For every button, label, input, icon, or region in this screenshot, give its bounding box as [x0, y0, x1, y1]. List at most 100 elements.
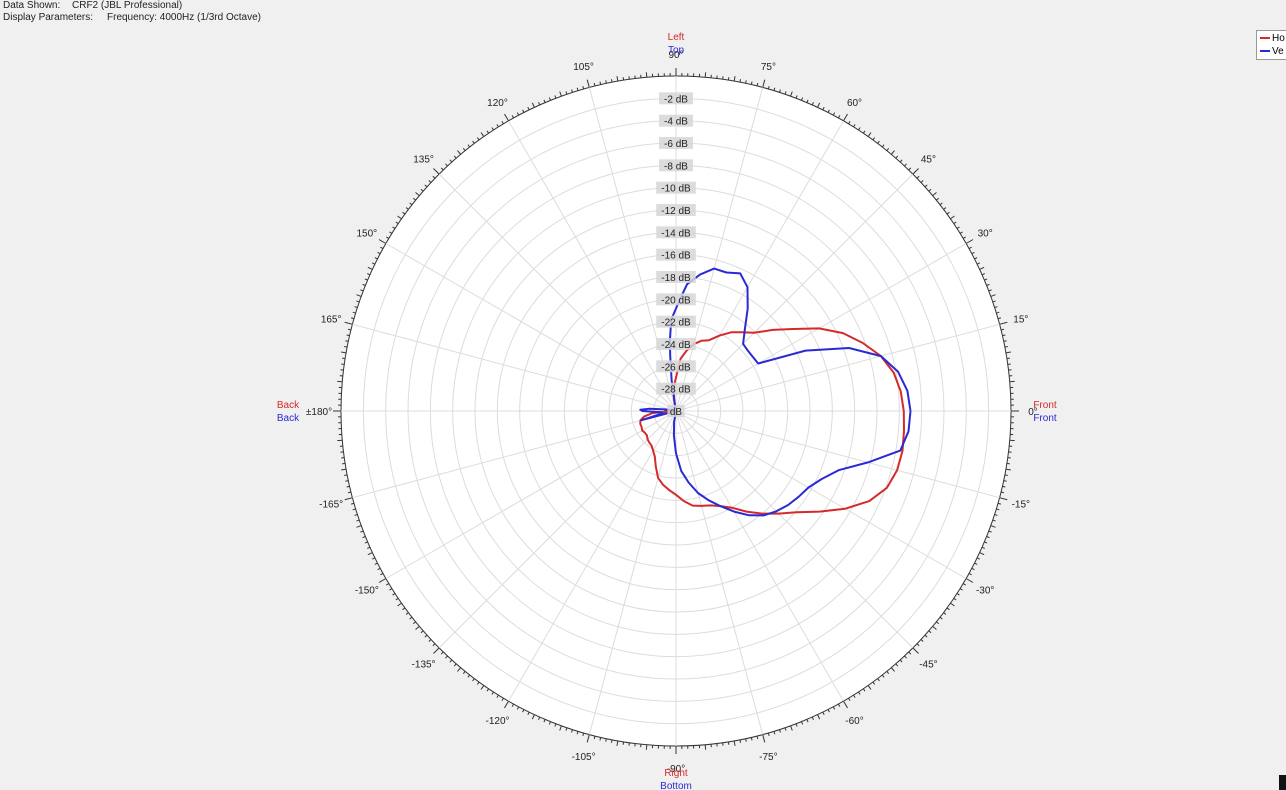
outer-tick [420, 630, 424, 634]
axis-label-top-v: Top [668, 45, 685, 56]
outer-tick [981, 546, 985, 549]
outer-tick [593, 82, 596, 87]
outer-tick [990, 294, 996, 297]
outer-tick [1002, 485, 1006, 488]
outer-tick [762, 734, 766, 743]
ring-label-text: -14 dB [661, 228, 691, 239]
outer-tick [453, 663, 457, 667]
outer-tick [345, 480, 349, 482]
outer-tick [472, 678, 475, 682]
outer-tick [389, 231, 393, 234]
angle-label: -105° [572, 752, 596, 763]
outer-tick [522, 709, 525, 713]
outer-tick [946, 211, 950, 215]
outer-tick [445, 655, 448, 659]
outer-tick [936, 621, 939, 625]
outer-tick [779, 729, 781, 733]
outer-tick [843, 700, 848, 709]
outer-tick [939, 616, 943, 620]
outer-tick [352, 508, 356, 511]
outer-tick [554, 723, 557, 727]
outer-tick [392, 593, 396, 596]
outer-tick [457, 667, 462, 672]
outer-tick [527, 106, 530, 111]
outer-tick [467, 674, 471, 678]
outer-tick [928, 630, 932, 634]
outer-tick [548, 721, 551, 725]
outer-tick [832, 706, 836, 710]
outer-tick [605, 80, 607, 84]
outer-tick [890, 667, 895, 672]
angle-label: -75° [759, 752, 777, 763]
outer-tick [1005, 468, 1011, 471]
outer-tick [773, 87, 776, 91]
outer-tick [924, 184, 928, 188]
outer-tick [356, 300, 360, 303]
outer-tick [1003, 340, 1007, 342]
outer-tick [362, 283, 366, 286]
outer-tick [795, 95, 798, 99]
legend-label-ve: Ve [1272, 46, 1284, 57]
outer-tick [367, 266, 373, 270]
outer-tick [420, 188, 424, 192]
ring-label: -16 dB [656, 248, 696, 262]
resize-grip[interactable] [1279, 775, 1286, 790]
outer-tick [1003, 480, 1007, 482]
outer-tick [453, 155, 457, 159]
axis-label-bottom-v: Bottom [660, 781, 692, 790]
ring-label-text: -6 dB [664, 139, 688, 150]
outer-tick [990, 525, 996, 528]
outer-tick [571, 729, 573, 733]
outer-tick [939, 202, 943, 206]
outer-tick [576, 87, 579, 91]
outer-tick [548, 97, 551, 101]
outer-tick [457, 150, 462, 155]
ring-label-text: -4 dB [664, 117, 688, 128]
outer-tick [920, 180, 924, 183]
outer-tick [916, 643, 920, 647]
outer-tick [994, 514, 998, 516]
outer-tick [428, 180, 432, 183]
outer-tick [571, 89, 573, 93]
outer-tick [389, 588, 393, 591]
outer-tick [986, 283, 990, 286]
outer-tick [462, 148, 466, 151]
outer-tick [392, 226, 396, 229]
outer-tick [1000, 328, 1005, 331]
outer-tick [956, 593, 960, 596]
ring-label: dB [667, 405, 685, 418]
outer-tick [784, 727, 787, 731]
outer-tick [843, 113, 848, 122]
outer-tick [586, 79, 590, 88]
outer-tick [527, 711, 530, 716]
outer-tick [501, 697, 504, 701]
legend-swatch-ve [1260, 50, 1270, 53]
outer-tick [956, 226, 960, 229]
outer-tick [974, 257, 978, 260]
axis-label-right-h: Front [1033, 400, 1057, 411]
outer-tick [908, 651, 912, 655]
outer-tick [750, 737, 753, 741]
outer-tick [476, 681, 480, 685]
outer-tick [745, 738, 747, 742]
outer-tick [936, 197, 939, 201]
outer-tick [974, 562, 978, 565]
outer-tick [801, 97, 804, 101]
outer-tick [380, 246, 384, 250]
outer-tick [862, 130, 866, 134]
outer-tick [733, 740, 736, 746]
outer-tick [806, 99, 809, 103]
outer-tick [616, 76, 619, 82]
outer-tick [386, 583, 390, 586]
outer-tick [538, 716, 541, 720]
outer-tick [402, 211, 406, 215]
outer-tick [950, 215, 955, 220]
outer-tick [959, 588, 963, 591]
outer-tick [445, 163, 448, 167]
outer-tick [920, 639, 924, 642]
outer-tick [848, 697, 851, 701]
outer-tick [739, 79, 741, 83]
outer-tick [347, 328, 352, 331]
outer-tick [501, 121, 504, 125]
outer-tick [877, 678, 880, 682]
